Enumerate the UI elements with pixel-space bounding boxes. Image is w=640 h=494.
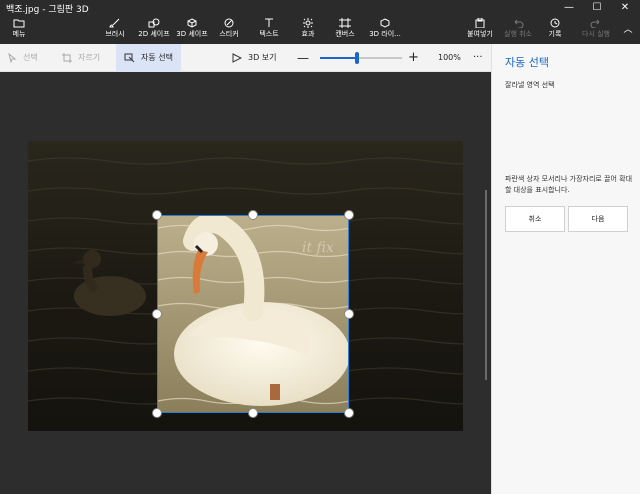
panel-title: 자동 선택 (505, 56, 549, 69)
sun-icon (303, 18, 313, 28)
view-3d-button[interactable]: 3D 보기 (232, 44, 277, 72)
maximize-button[interactable]: ☐ (584, 0, 610, 16)
window-title: 백조.jpg - 그림판 3D (6, 5, 89, 15)
photo-watermark: it fix (302, 240, 334, 256)
zoom-slider[interactable] (320, 52, 402, 64)
tool-bar: 선택 자르기 자동 선택 3D 보기 — + 100% ··· (0, 44, 491, 72)
pointer-icon (8, 52, 17, 64)
vertical-scrollbar[interactable] (485, 190, 487, 380)
undo-button[interactable]: 실행 취소 (502, 16, 534, 44)
effects-button[interactable]: 효과 (293, 16, 323, 44)
selection-handle-right[interactable] (344, 309, 354, 319)
zoom-in-button[interactable]: + (408, 44, 419, 72)
history-icon (550, 18, 560, 28)
crop-icon (62, 52, 72, 63)
collapse-ribbon-button[interactable]: ︿ (620, 16, 636, 44)
title-bar: 백조.jpg - 그림판 3D — ☐ ✕ (0, 0, 640, 16)
zoom-slider-thumb[interactable] (354, 52, 359, 64)
zoom-out-button[interactable]: — (297, 44, 309, 72)
chevron-up-icon: ︿ (623, 25, 633, 35)
close-button[interactable]: ✕ (612, 0, 638, 16)
panel-help-text: 파란색 상자 모서리나 가장자리로 끌어 확대할 대상을 표시합니다. (505, 175, 633, 194)
menu-button[interactable]: 메뉴 (4, 16, 34, 44)
panel-subtitle: 잘라낼 영역 선택 (505, 81, 555, 89)
selection-handle-left[interactable] (152, 309, 162, 319)
more-icon: ··· (473, 52, 483, 63)
paste-button[interactable]: 붙여넣기 (464, 16, 496, 44)
auto-select-panel: 자동 선택 잘라낼 영역 선택 파란색 상자 모서리나 가장자리로 끌어 확대할… (491, 44, 640, 494)
selection-box[interactable]: it fix (157, 215, 349, 413)
redo-button[interactable]: 다시 실행 (580, 16, 612, 44)
library-cube-icon (380, 18, 390, 28)
crop-tool[interactable]: 자르기 (62, 44, 100, 72)
canvas-button[interactable]: 캔버스 (330, 16, 360, 44)
swan-selected-area: it fix (158, 216, 348, 412)
magic-select-icon (124, 53, 135, 62)
cube-icon (187, 18, 197, 28)
undo-icon (514, 19, 524, 28)
selection-handle-top[interactable] (248, 210, 258, 220)
selection-handle-bottom-right[interactable] (344, 408, 354, 418)
canvas-icon (339, 18, 351, 28)
text-t-icon (265, 18, 273, 27)
zoom-percent: 100% (438, 53, 461, 62)
select-tool[interactable]: 선택 (8, 44, 38, 72)
redo-icon (590, 19, 600, 28)
text-button[interactable]: 텍스트 (254, 16, 284, 44)
plus-icon: + (408, 50, 419, 65)
2d-shapes-button[interactable]: 2D 셰이프 (134, 16, 174, 44)
sticker-icon (224, 18, 234, 28)
cancel-button[interactable]: 취소 (505, 206, 565, 232)
auto-select-tool[interactable]: 자동 선택 (116, 44, 181, 72)
minus-icon: — (297, 51, 309, 65)
selection-handle-bottom[interactable] (248, 408, 258, 418)
view-3d-icon (232, 52, 243, 63)
selection-handle-top-right[interactable] (344, 210, 354, 220)
minimize-button[interactable]: — (556, 0, 582, 16)
selection-handle-bottom-left[interactable] (152, 408, 162, 418)
next-button[interactable]: 다음 (568, 206, 628, 232)
folder-icon (13, 19, 25, 28)
3d-library-button[interactable]: 3D 라이... (366, 16, 404, 44)
zoom-slider-fill (320, 57, 357, 59)
ribbon: 메뉴 브러시 2D 셰이프 3D 셰이프 스티커 텍스트 효과 캔버스 3D 라… (0, 16, 640, 44)
brush-icon (109, 18, 120, 28)
shapes-2d-icon (148, 18, 160, 28)
brush-button[interactable]: 브러시 (100, 16, 130, 44)
history-button[interactable]: 기록 (540, 16, 570, 44)
more-options-button[interactable]: ··· (473, 44, 483, 72)
clipboard-icon (475, 18, 485, 28)
stickers-button[interactable]: 스티커 (214, 16, 244, 44)
3d-shapes-button[interactable]: 3D 셰이프 (174, 16, 210, 44)
selection-handle-top-left[interactable] (152, 210, 162, 220)
